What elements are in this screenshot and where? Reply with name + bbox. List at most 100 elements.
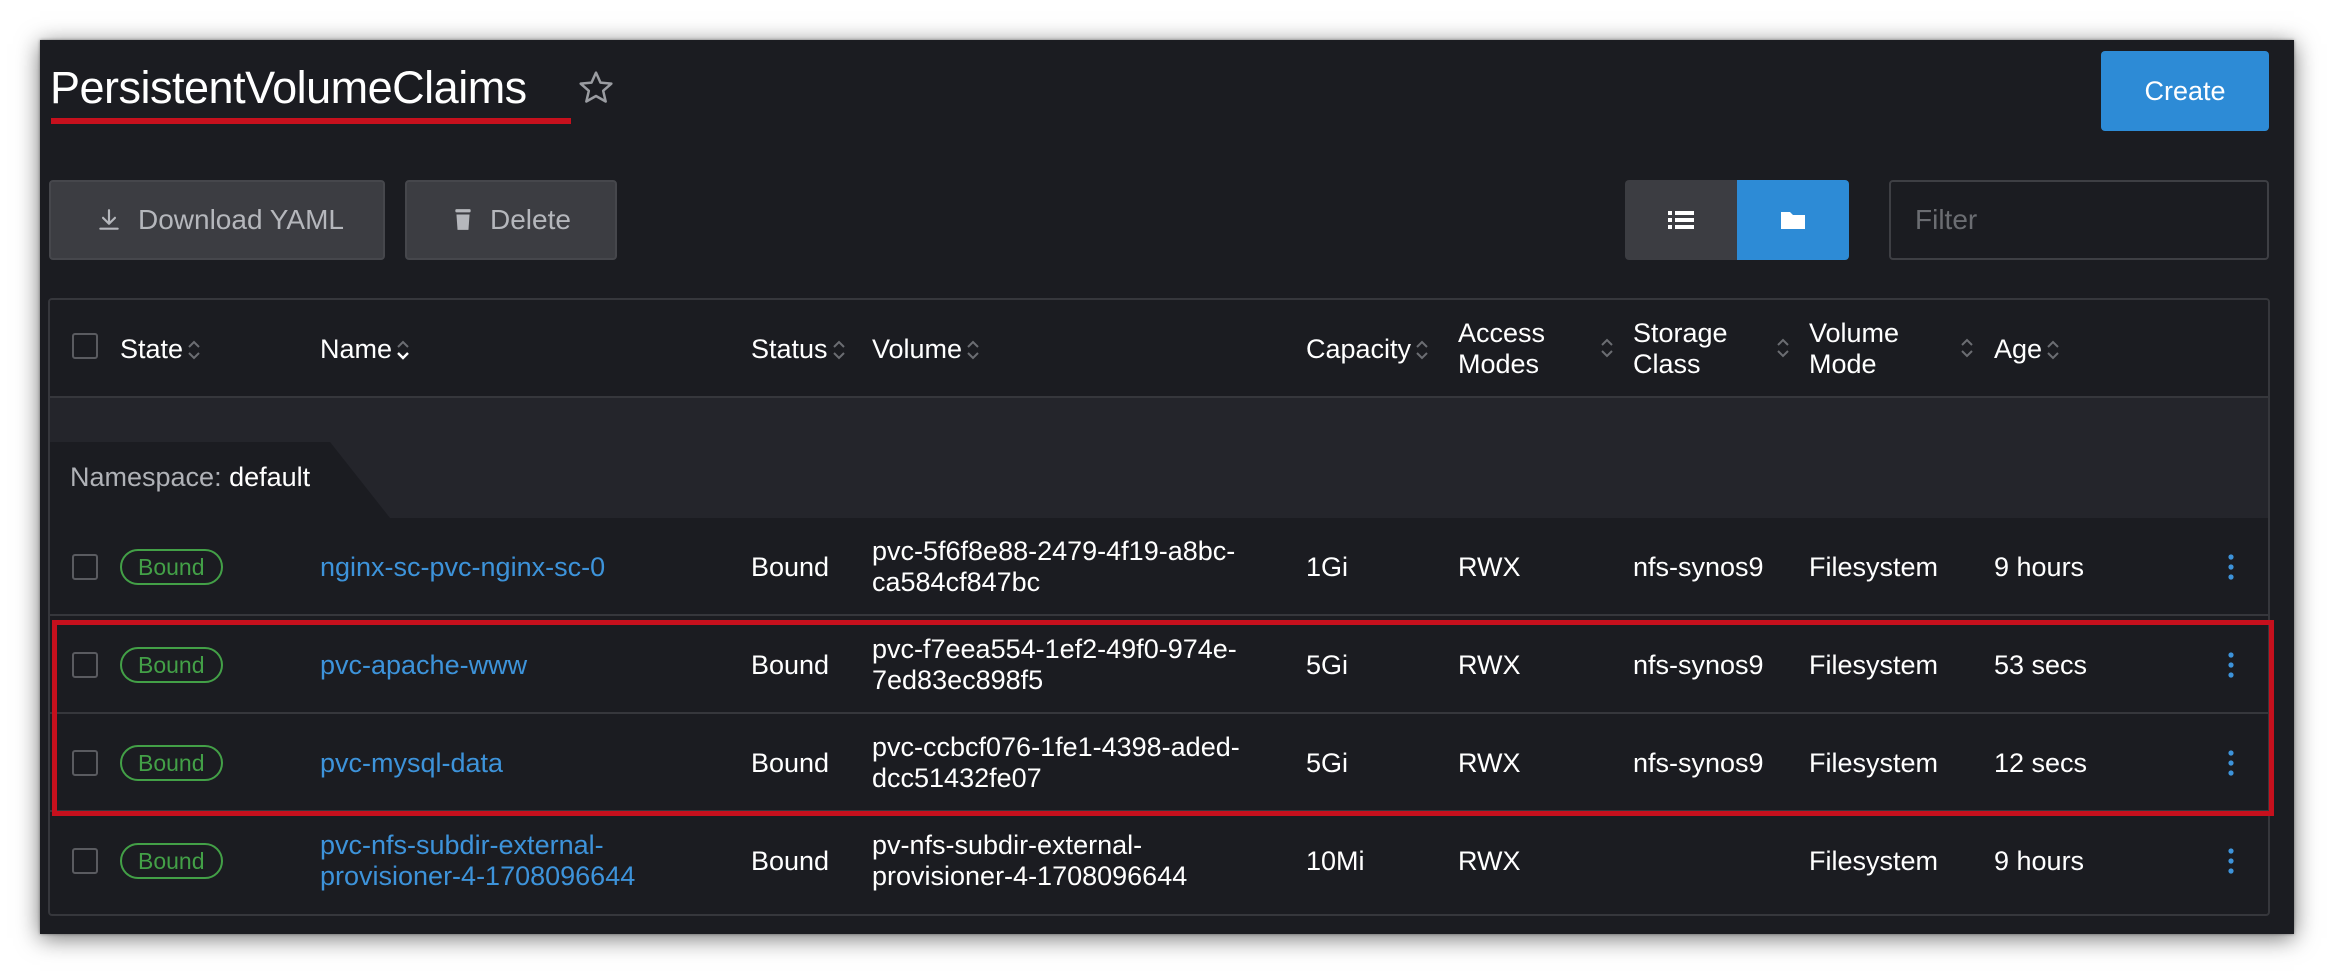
app-frame: PersistentVolumeClaims Create Download Y… <box>40 40 2294 934</box>
download-yaml-button[interactable]: Download YAML <box>49 180 385 260</box>
column-header-volume[interactable]: Volume <box>872 334 982 365</box>
row-checkbox[interactable] <box>72 652 98 678</box>
status-text: Bound <box>751 551 830 582</box>
capacity-text: 5Gi <box>1306 747 1349 778</box>
row-checkbox[interactable] <box>72 554 98 580</box>
volume-text: dcc51432fe07 <box>872 763 1042 793</box>
status-badge: Bound <box>120 843 223 879</box>
volume-cell: pvc-5f6f8e88-2479-4f19-a8bc- ca584cf847b… <box>872 518 1235 616</box>
age-text: 12 secs <box>1994 747 2088 778</box>
capacity-text: 10Mi <box>1306 845 1365 876</box>
folder-icon <box>1781 212 1805 229</box>
row-checkbox[interactable] <box>72 848 98 874</box>
row-checkbox[interactable] <box>72 750 98 776</box>
volume-cell: pv-nfs-subdir-external- provisioner-4-17… <box>872 812 1187 910</box>
capacity-text: 5Gi <box>1306 649 1349 680</box>
column-header-label: Volume <box>1809 318 1900 348</box>
volume-mode-text: Filesystem <box>1809 747 1939 778</box>
volume-text: pvc-ccbcf076-1fe1-4398-aded- <box>872 732 1240 762</box>
create-button[interactable]: Create <box>2101 51 2269 131</box>
title-underline-annotation <box>51 118 571 124</box>
delete-button[interactable]: Delete <box>405 180 617 260</box>
sort-icon[interactable] <box>1598 334 1616 362</box>
status-badge: Bound <box>120 647 223 683</box>
pvc-name-link[interactable]: pvc-nfs-subdir-external- provisioner-4-1… <box>320 812 635 910</box>
access-modes-text: RWX <box>1458 845 1521 876</box>
delete-label: Delete <box>490 204 571 235</box>
volume-text: 7ed83ec898f5 <box>872 665 1044 695</box>
column-header-label: Class <box>1633 349 1701 379</box>
status-text: Bound <box>751 845 830 876</box>
namespace-label: Namespace: <box>70 462 222 492</box>
volume-cell: pvc-f7eea554-1ef2-49f0-974e- 7ed83ec898f… <box>872 616 1237 714</box>
sort-icon <box>2047 340 2059 359</box>
select-all-checkbox[interactable] <box>72 333 98 359</box>
namespace-group-label: Namespace: default <box>70 462 310 493</box>
column-header-age[interactable]: Age <box>1994 334 2062 365</box>
age-text: 53 secs <box>1994 649 2088 680</box>
list-view-button[interactable] <box>1625 180 1737 260</box>
status-badge: Bound <box>120 549 223 585</box>
page-title: PersistentVolumeClaims <box>50 62 527 113</box>
sort-icon <box>1416 340 1428 359</box>
volume-text: provisioner-4-1708096644 <box>872 861 1188 891</box>
storage-class-text: nfs-synos9 <box>1633 551 1764 582</box>
pvc-name-link[interactable]: pvc-apache-www <box>320 650 527 681</box>
status-text: Bound <box>751 649 830 680</box>
group-by-namespace-button[interactable] <box>1737 180 1849 260</box>
pvc-name-text: pvc-nfs-subdir-external- <box>320 830 604 860</box>
status-text: Bound <box>751 747 830 778</box>
list-icon <box>1668 211 1694 229</box>
sort-icon[interactable] <box>1774 334 1792 362</box>
pvc-name-link[interactable]: pvc-mysql-data <box>320 748 503 779</box>
volume-mode-text: Filesystem <box>1809 551 1939 582</box>
status-badge: Bound <box>120 745 223 781</box>
column-header-label: Capacity <box>1306 334 1412 364</box>
trash-icon <box>455 209 471 230</box>
sort-icon <box>967 340 979 359</box>
sort-descending-icon <box>397 340 409 360</box>
kebab-menu-icon[interactable] <box>2226 748 2236 778</box>
column-header-label: Name <box>320 334 393 364</box>
access-modes-text: RWX <box>1458 747 1521 778</box>
sort-icon <box>832 340 845 359</box>
table-row[interactable]: Bound pvc-nfs-subdir-external- provision… <box>50 812 2268 910</box>
column-header-label: Access <box>1458 318 1546 348</box>
access-modes-text: RWX <box>1458 551 1521 582</box>
table-header: State Name Status Volume Capacity Access <box>50 300 2268 398</box>
access-modes-text: RWX <box>1458 649 1521 680</box>
namespace-group-header: Namespace: default <box>50 398 2268 518</box>
volume-text: ca584cf847bc <box>872 567 1041 597</box>
kebab-menu-icon[interactable] <box>2226 650 2236 680</box>
kebab-menu-icon[interactable] <box>2226 846 2236 876</box>
sort-icon[interactable] <box>1958 334 1976 362</box>
column-header-label: Age <box>1994 334 2043 364</box>
column-header-state[interactable]: State <box>120 334 203 365</box>
column-header-name[interactable]: Name <box>320 334 412 365</box>
column-header-access-modes[interactable]: Access Modes <box>1458 318 1545 380</box>
column-header-storage-class[interactable]: Storage Class <box>1633 318 1728 380</box>
volume-text: pvc-5f6f8e88-2479-4f19-a8bc- <box>872 536 1236 566</box>
column-header-status[interactable]: Status <box>751 334 848 365</box>
star-icon[interactable] <box>576 68 616 108</box>
age-text: 9 hours <box>1994 551 2085 582</box>
column-header-label: Volume <box>872 334 963 364</box>
column-header-volume-mode[interactable]: Volume Mode <box>1809 318 1899 380</box>
table-row[interactable]: Bound pvc-apache-www Bound pvc-f7eea554-… <box>50 616 2268 714</box>
column-header-capacity[interactable]: Capacity <box>1306 334 1431 365</box>
namespace-value: default <box>229 462 311 492</box>
table-row[interactable]: Bound nginx-sc-pvc-nginx-sc-0 Bound pvc-… <box>50 518 2268 616</box>
storage-class-text: nfs-synos9 <box>1633 747 1764 778</box>
kebab-menu-icon[interactable] <box>2226 552 2236 582</box>
pvc-name-link[interactable]: nginx-sc-pvc-nginx-sc-0 <box>320 552 605 583</box>
column-header-label: State <box>120 334 184 364</box>
download-yaml-label: Download YAML <box>138 204 344 235</box>
volume-text: pvc-f7eea554-1ef2-49f0-974e- <box>872 634 1237 664</box>
download-icon <box>99 209 119 230</box>
capacity-text: 1Gi <box>1306 551 1349 582</box>
pvc-name-text: provisioner-4-1708096644 <box>320 861 636 891</box>
column-header-label: Mode <box>1809 349 1877 379</box>
filter-input[interactable] <box>1889 180 2269 260</box>
table-row[interactable]: Bound pvc-mysql-data Bound pvc-ccbcf076-… <box>50 714 2268 812</box>
volume-mode-text: Filesystem <box>1809 845 1939 876</box>
